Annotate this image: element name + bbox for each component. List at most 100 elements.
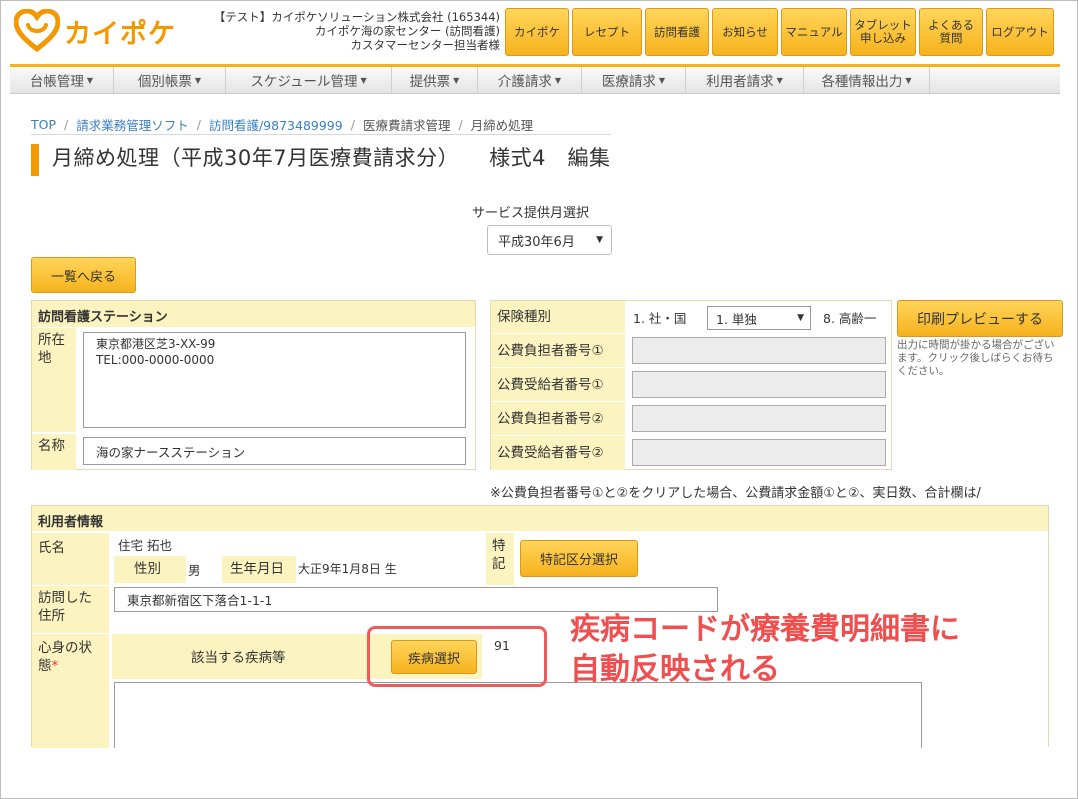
callout-highlight-box <box>367 626 547 687</box>
public-recipient-2-input[interactable] <box>632 439 886 466</box>
public-payer-2-input[interactable] <box>632 405 886 432</box>
public-payer-1-input[interactable] <box>632 337 886 364</box>
page-title-sub: 様式4 編集 <box>489 146 611 170</box>
annotation-text: 疾病コードが療養費明細書に 自動反映される <box>570 610 960 690</box>
name-label: 名称 <box>32 434 76 470</box>
caret-down-icon: ▼ <box>554 75 562 85</box>
caret-down-icon: ▼ <box>596 235 603 245</box>
address-label: 所在 地 <box>32 328 76 432</box>
user-name-value: 住宅 拓也 <box>118 538 172 553</box>
service-month-value: 平成30年6月 <box>498 234 575 250</box>
caret-down-icon: ▼ <box>194 75 202 85</box>
print-preview-button[interactable]: 印刷プレビューする <box>897 300 1063 337</box>
caret-down-icon: ▼ <box>797 313 804 323</box>
caret-down-icon: ▼ <box>453 75 460 85</box>
address-textarea[interactable]: 東京都港区芝3-XX-99 TEL:000-0000-0000 <box>83 332 466 428</box>
public-clear-notice: ※公費負担者番号①と②をクリアした場合、公費請求金額①と②、実日数、合計欄は/ <box>490 486 981 501</box>
tablet-apply-button[interactable]: タブレット 申し込み <box>850 8 916 56</box>
faq-button[interactable]: よくある 質問 <box>919 8 983 56</box>
annotation-line-1: 疾病コードが療養費明細書に <box>570 612 960 647</box>
notice-button[interactable]: お知らせ <box>712 8 778 56</box>
nav-user-billing[interactable]: 利用者請求 ▼ <box>686 67 804 93</box>
caret-down-icon: ▼ <box>360 75 367 85</box>
insurance-type-value: 1. 単独 <box>716 311 757 327</box>
public-payer-2-label: 公費負担者番号② <box>491 402 625 435</box>
station-section: 訪問看護ステーション 所在 地 東京都港区芝3-XX-99 TEL:000-00… <box>31 300 476 470</box>
address-line: 東京都港区芝3-XX-99 <box>96 337 216 351</box>
visit-nursing-button[interactable]: 訪問看護 <box>645 8 709 56</box>
kaipoke-logo[interactable]: カイポケ <box>14 6 176 56</box>
insurance-section: 保険種別 1. 社・国 1. 単独 ▼ 8. 高齢一 公費負担者番号① 公費受給… <box>490 300 892 470</box>
kaipoke-button[interactable]: カイポケ <box>505 8 569 56</box>
station-name-input[interactable]: 海の家ナースステーション <box>83 437 466 465</box>
user-name-label: 氏名 <box>32 533 109 585</box>
nav-label: 提供票 <box>409 74 451 90</box>
condition-textarea[interactable] <box>114 682 922 748</box>
visit-address-label: 訪問した 住所 <box>32 586 109 633</box>
breadcrumb-visit-nursing[interactable]: 訪問看護/9873489999 <box>209 115 343 134</box>
logo-text: カイポケ <box>64 18 176 50</box>
insurance-type-label: 保険種別 <box>491 301 625 333</box>
public-recipient-2-label: 公費受給者番号② <box>491 436 625 470</box>
nav-ledger[interactable]: 台帳管理 ▼ <box>10 67 114 93</box>
insurance-type-first: 1. 社・国 <box>633 311 687 326</box>
nav-individual-forms[interactable]: 個別帳票 ▼ <box>114 67 226 93</box>
nav-label: 利用者請求 <box>706 74 774 90</box>
insurance-type-select[interactable]: 1. 単独 ▼ <box>707 306 811 330</box>
breadcrumb-billing-software[interactable]: 請求業務管理ソフト <box>76 115 189 134</box>
breadcrumb-separator: / <box>196 117 201 132</box>
birth-label: 生年月日 <box>222 556 296 583</box>
nav-label: 医療請求 <box>601 74 656 90</box>
user-line: カスタマーセンター担当者様 <box>350 38 501 52</box>
nav-info-output[interactable]: 各種情報出力 ▼ <box>804 67 930 93</box>
condition-label-text: 心身の状 態 <box>38 640 92 674</box>
main-nav: 台帳管理 ▼ 個別帳票 ▼ スケジュール管理 ▼ 提供票 ▼ 介護請求 ▼ 医療請求 ▼ 利… <box>10 64 1060 94</box>
nav-medical-billing[interactable]: 医療請求 ▼ <box>582 67 686 93</box>
special-category-select-button[interactable]: 特記区分選択 <box>520 540 638 577</box>
caret-down-icon: ▼ <box>658 75 666 85</box>
center-line: カイポケ海の家センター (訪問看護) <box>314 24 500 38</box>
public-recipient-1-label: 公費受給者番号① <box>491 368 625 401</box>
caret-down-icon: ▼ <box>905 75 912 85</box>
nav-service-ticket[interactable]: 提供票 ▼ <box>392 67 478 93</box>
sex-value: 男 <box>188 563 201 578</box>
breadcrumb: TOP / 請求業務管理ソフト / 訪問看護/9873489999 / 医療費請… <box>31 115 533 134</box>
visit-address-input[interactable]: 東京都新宿区下落合1-1-1 <box>114 587 718 612</box>
heart-logo-icon <box>14 9 60 53</box>
print-note: 出力に時間が掛かる場合がございます。クリック後しばらくお待ちください。 <box>897 339 1055 377</box>
page-title: 月締め処理（平成30年7月医療費請求分） 様式4 編集 <box>52 142 610 172</box>
service-month-label: サービス提供月選択 <box>472 206 590 221</box>
logout-button[interactable]: ログアウト <box>986 8 1054 56</box>
manual-button[interactable]: マニュアル <box>781 8 847 56</box>
page-title-main: 月締め処理（平成30年7月医療費請求分） <box>52 146 460 170</box>
service-month-select[interactable]: 平成30年6月 ▼ <box>487 225 612 255</box>
nav-label: 台帳管理 <box>29 74 84 90</box>
sex-label: 性別 <box>114 556 186 583</box>
special-note-label: 特 記 <box>486 533 514 585</box>
public-payer-1-label: 公費負担者番号① <box>491 334 625 367</box>
breadcrumb-separator: / <box>458 117 463 132</box>
back-to-list-button[interactable]: 一覧へ戻る <box>31 257 136 293</box>
user-info-heading: 利用者情報 <box>32 506 1048 531</box>
company-info: 【テスト】カイポケソリューション株式会社 (165344) カイポケ海の家センタ… <box>186 10 500 52</box>
annotation-line-2: 自動反映される <box>570 652 780 687</box>
receipt-button[interactable]: レセプト <box>572 8 642 56</box>
company-line: 【テスト】カイポケソリューション株式会社 (165344) <box>213 10 500 24</box>
nav-care-billing[interactable]: 介護請求 ▼ <box>478 67 582 93</box>
station-heading: 訪問看護ステーション <box>32 301 475 327</box>
breadcrumb-separator: / <box>64 117 69 132</box>
breadcrumb-medical-billing: 医療費請求管理 <box>362 118 451 133</box>
breadcrumb-top[interactable]: TOP <box>31 117 56 132</box>
station-name-value: 海の家ナースステーション <box>96 444 246 460</box>
tel-line: TEL:000-0000-0000 <box>96 353 215 367</box>
breadcrumb-separator: / <box>350 117 355 132</box>
condition-label: 心身の状 態* <box>32 634 109 748</box>
visit-address-value: 東京都新宿区下落合1-1-1 <box>127 593 273 608</box>
caret-down-icon: ▼ <box>86 75 94 85</box>
top-buttons: カイポケ レセプト 訪問看護 お知らせ マニュアル タブレット 申し込み よくあ… <box>505 8 1054 56</box>
breadcrumb-divider <box>31 134 611 135</box>
nav-schedule[interactable]: スケジュール管理 ▼ <box>226 67 392 93</box>
nav-label: 各種情報出力 <box>821 74 903 90</box>
public-recipient-1-input[interactable] <box>632 371 886 398</box>
nav-label: スケジュール管理 <box>250 74 358 90</box>
